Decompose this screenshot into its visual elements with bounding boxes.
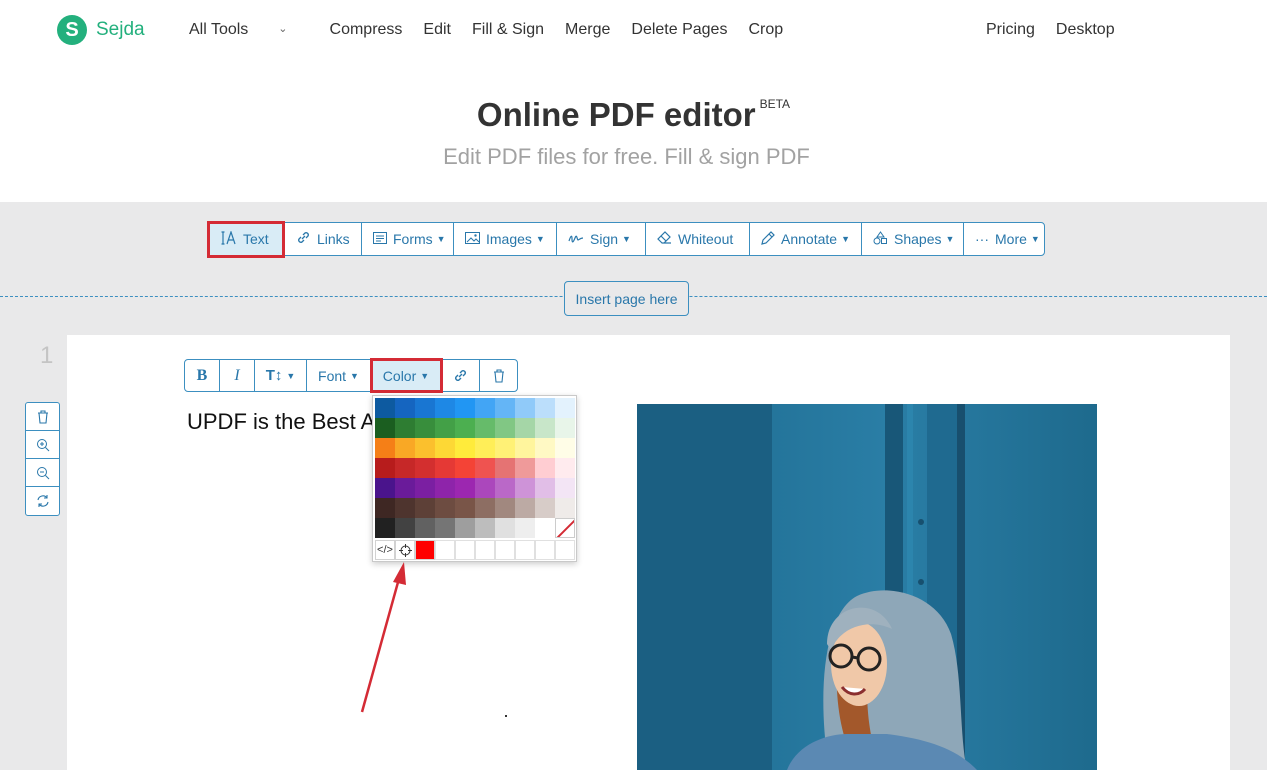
stray-dot — [505, 715, 507, 717]
annotation-arrow — [360, 562, 406, 713]
